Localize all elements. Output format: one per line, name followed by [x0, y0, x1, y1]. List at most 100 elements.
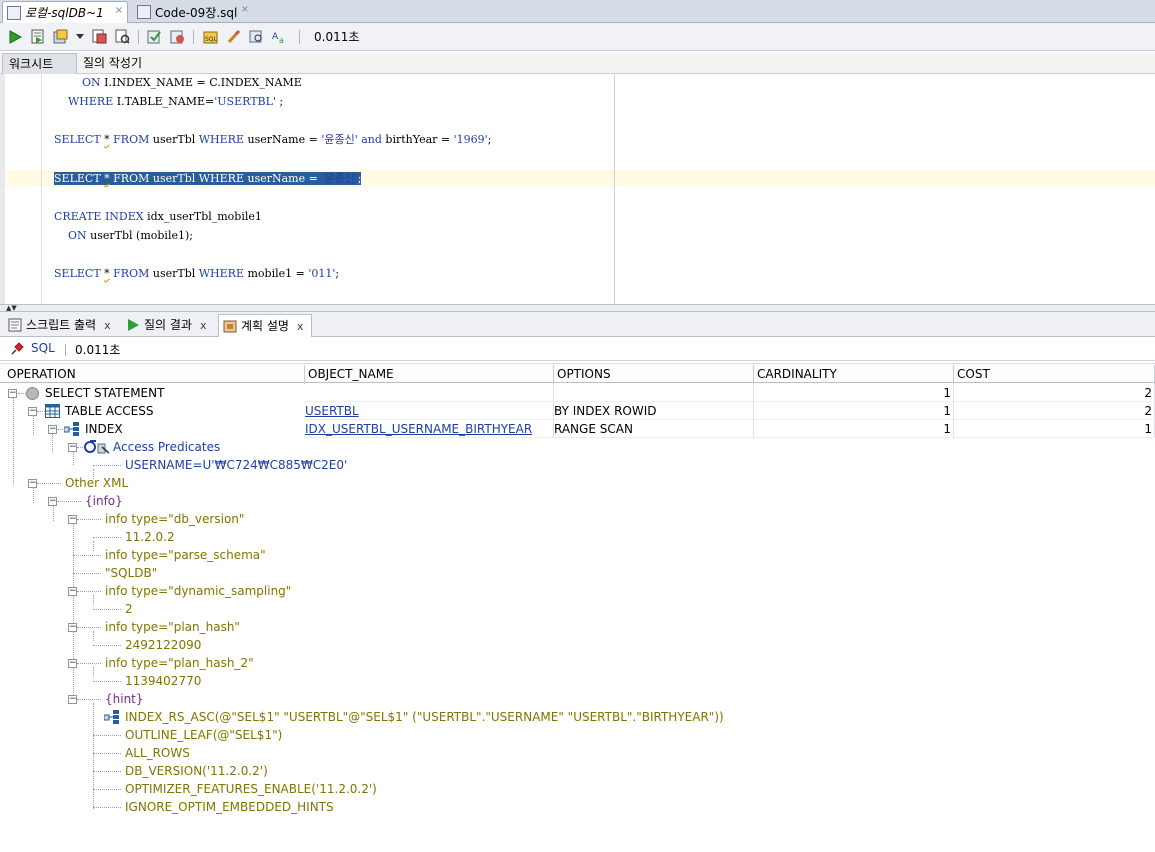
tree-node-info-item[interactable]: − info type="dynamic_sampling" — [0, 582, 1155, 600]
tab-query-builder[interactable]: 질의 작성기 — [77, 53, 157, 74]
object-name-link[interactable]: IDX_USERTBL_USERNAME_BIRTHYEAR — [305, 422, 532, 436]
object-name-link[interactable]: USERTBL — [305, 404, 359, 418]
close-icon[interactable]: x — [104, 319, 111, 332]
code-line[interactable]: WHERE I.TABLE_NAME='USERTBL' ; — [54, 93, 283, 110]
sql-worksheet-icon — [7, 5, 21, 20]
tree-node-hint[interactable]: − {hint} — [0, 690, 1155, 708]
commit-icon[interactable] — [146, 28, 163, 45]
tree-node-other-xml[interactable]: − Other XML — [0, 474, 1155, 492]
sql-string: 'USERTBL' — [214, 95, 276, 108]
access-predicate-value: USERNAME=U'₩C724₩C885₩C2E0' — [125, 458, 348, 472]
sql-keyword: WHERE — [198, 172, 244, 185]
column-header-options[interactable]: OPTIONS — [554, 365, 754, 384]
index-icon — [104, 710, 119, 724]
hint-text: IGNORE_OPTIM_EMBEDDED_HINTS — [125, 800, 334, 814]
sql-text: userTbl (mobile1); — [86, 229, 193, 242]
tree-node-access-predicates[interactable]: − Access Predicates — [0, 438, 1155, 456]
tree-node-predicate[interactable]: USERNAME=U'₩C724₩C885₩C2E0' — [0, 456, 1155, 474]
tree-node-hint-item[interactable]: IGNORE_OPTIM_EMBEDDED_HINTS — [0, 798, 1155, 816]
tab-explain-plan[interactable]: 계획 설명 x — [218, 314, 312, 337]
sql-keyword: FROM — [113, 267, 150, 280]
close-icon[interactable]: × — [115, 5, 123, 16]
tree-node-hint-item[interactable]: OUTLINE_LEAF(@"SEL$1") — [0, 726, 1155, 744]
collapse-toggle[interactable]: − — [68, 659, 77, 668]
pane-splitter[interactable]: ▲▼ — [0, 304, 1155, 312]
tree-node-info[interactable]: − {info} — [0, 492, 1155, 510]
chevron-down-icon[interactable] — [75, 28, 85, 45]
autotrace-icon[interactable] — [52, 28, 69, 45]
column-header-cost[interactable]: COST — [954, 365, 1155, 384]
tree-node-info-item[interactable]: − info type="db_version" — [0, 510, 1155, 528]
collapse-toggle[interactable]: − — [8, 389, 17, 398]
tree-node-hint-item[interactable]: ALL_ROWS — [0, 744, 1155, 762]
tree-node-info-value[interactable]: 2492122090 — [0, 636, 1155, 654]
plan-row-select-statement[interactable]: − SELECT STATEMENT 1 2 — [0, 384, 1155, 402]
document-tab-bar: 로컬-sqlDB~1 × Code-09장.sql × — [0, 0, 1155, 23]
collapse-toggle[interactable]: − — [28, 407, 37, 416]
doc-tab-sql-file[interactable]: Code-09장.sql × — [133, 1, 253, 23]
options-cell — [554, 384, 754, 402]
tab-query-result[interactable]: 질의 결과 x — [122, 314, 216, 337]
run-statement-icon[interactable] — [6, 28, 23, 45]
close-icon[interactable]: x — [200, 319, 207, 332]
tree-node-info-value[interactable]: 11.2.0.2 — [0, 528, 1155, 546]
sql-file-icon — [137, 5, 151, 19]
collapse-toggle[interactable]: − — [68, 623, 77, 632]
tree-node-hint-item[interactable]: INDEX_RS_ASC(@"SEL$1" "USERTBL"@"SEL$1" … — [0, 708, 1155, 726]
run-script-icon[interactable] — [29, 28, 46, 45]
sql-editor[interactable]: ON I.INDEX_NAME = C.INDEX_NAME WHERE I.T… — [0, 74, 1155, 304]
pin-icon[interactable] — [10, 342, 24, 356]
column-header-object-name[interactable]: OBJECT_NAME — [305, 365, 554, 384]
collapse-toggle[interactable]: − — [68, 515, 77, 524]
tree-node-info-value[interactable]: 1139402770 — [0, 672, 1155, 690]
rollback-icon[interactable] — [169, 28, 186, 45]
sql-history-icon[interactable]: SQL — [202, 28, 219, 45]
format-icon[interactable]: Aa — [271, 28, 288, 45]
tree-node-hint-item[interactable]: OPTIMIZER_FEATURES_ENABLE('11.2.0.2') — [0, 780, 1155, 798]
collapse-toggle[interactable]: − — [48, 425, 57, 434]
tab-script-output[interactable]: 스크립트 출력 x — [4, 314, 120, 337]
tree-node-info-item[interactable]: − info type="plan_hash_2" — [0, 654, 1155, 672]
doc-tab-label: 로컬-sqlDB~1 — [25, 6, 104, 20]
tab-worksheet[interactable]: 워크시트 — [2, 53, 77, 74]
code-line[interactable]: SELECT * FROM userTbl WHERE userName = '… — [54, 131, 491, 148]
plan-row-table-access[interactable]: − TABLE ACCESS USERTBL BY INDEX ROWID 1 … — [0, 402, 1155, 420]
tree-node-info-value[interactable]: 2 — [0, 600, 1155, 618]
code-line[interactable]: ON I.INDEX_NAME = C.INDEX_NAME — [54, 74, 302, 91]
code-line[interactable]: SELECT * FROM userTbl WHERE mobile1 = '0… — [54, 265, 339, 282]
clear-icon[interactable] — [225, 28, 242, 45]
sql-keyword: ON — [81, 76, 101, 89]
tree-node-hint-item[interactable]: DB_VERSION('11.2.0.2') — [0, 762, 1155, 780]
sql-keyword: ON — [68, 229, 87, 242]
column-header-operation[interactable]: OPERATION — [4, 365, 305, 384]
collapse-toggle[interactable]: − — [68, 587, 77, 596]
collapse-toggle[interactable]: − — [28, 479, 37, 488]
code-line[interactable]: SELECT * FROM userTbl WHERE userName = '… — [54, 170, 362, 187]
collapse-toggle[interactable]: − — [68, 695, 77, 704]
close-icon[interactable]: x — [297, 320, 304, 333]
doc-tab-worksheet[interactable]: 로컬-sqlDB~1 × — [2, 1, 128, 23]
sql-link[interactable]: SQL — [31, 341, 55, 355]
info-label: {info} — [85, 494, 123, 508]
tree-node-info-value[interactable]: "SQLDB" — [0, 564, 1155, 582]
tree-node-info-item[interactable]: info type="parse_schema" — [0, 546, 1155, 564]
sql-keyword: SELECT — [54, 133, 101, 146]
find-icon[interactable] — [248, 28, 265, 45]
info-key: info type="plan_hash" — [105, 620, 240, 634]
sql-text: ; — [335, 267, 340, 280]
sql-tuning-icon[interactable] — [114, 28, 131, 45]
collapse-toggle[interactable]: − — [48, 497, 57, 506]
explain-plan-icon[interactable] — [91, 28, 108, 45]
info-value: 1139402770 — [125, 674, 202, 688]
selected-text[interactable]: SELECT * FROM userTbl WHERE userName = '… — [54, 172, 362, 185]
close-icon[interactable]: × — [241, 4, 249, 15]
column-header-cardinality[interactable]: CARDINALITY — [754, 365, 954, 384]
tree-node-info-item[interactable]: − info type="plan_hash" — [0, 618, 1155, 636]
plan-row-index[interactable]: − INDEX IDX_USERTBL_USERNAME_BIRTHYEAR R… — [0, 420, 1155, 438]
right-margin-guide — [614, 74, 615, 304]
code-line[interactable]: CREATE INDEX idx_userTbl_mobile1 — [54, 208, 262, 225]
collapse-toggle[interactable]: − — [68, 443, 77, 452]
code-line[interactable]: ON userTbl (mobile1); — [54, 227, 193, 244]
info-value: 11.2.0.2 — [125, 530, 175, 544]
sql-text: ; — [357, 172, 362, 185]
